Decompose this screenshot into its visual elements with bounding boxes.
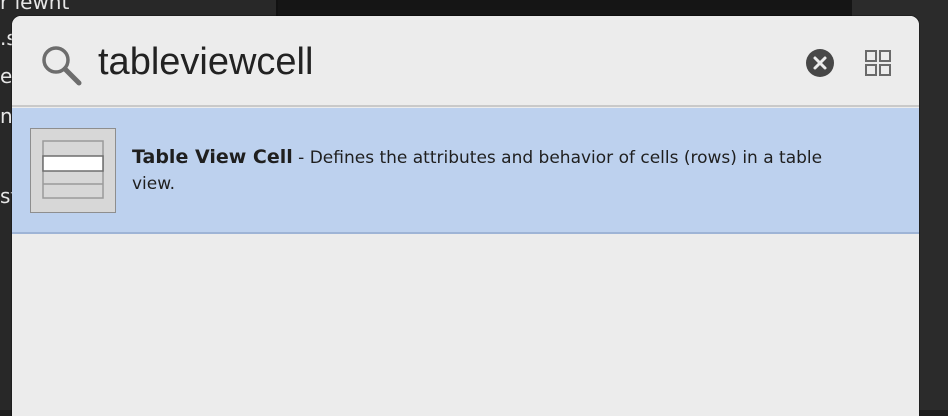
grid-icon [865,50,891,76]
table-view-cell-icon [30,128,116,213]
grid-view-button[interactable] [864,49,892,77]
list-item[interactable]: Table View Cell - Defines the attributes… [12,108,919,234]
clear-search-button[interactable] [806,49,834,77]
results-list: Table View Cell - Defines the attributes… [12,107,919,416]
search-icon [39,43,83,87]
library-panel: Table View Cell - Defines the attributes… [12,16,919,416]
search-input[interactable] [98,36,698,88]
result-separator: - [292,148,310,168]
search-bar [12,16,919,107]
close-icon [813,56,827,70]
result-text: Table View Cell - Defines the attributes… [132,144,862,197]
background-text: e [0,64,13,88]
background-text: n [0,104,13,128]
result-title: Table View Cell [132,146,293,168]
background-text: r lewnt [0,0,70,14]
